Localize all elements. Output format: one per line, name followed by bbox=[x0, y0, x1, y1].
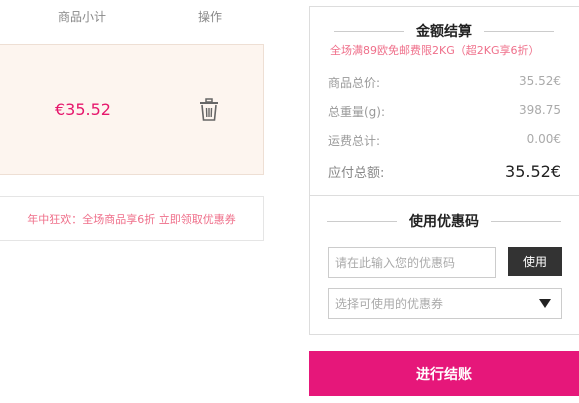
promo-banner[interactable]: 年中狂欢：全场商品享6折 立即领取优惠券 bbox=[0, 196, 264, 241]
title-rule-right bbox=[491, 220, 561, 222]
goods-total-value: 35.52€ bbox=[519, 74, 561, 88]
coupon-title: 使用优惠码 bbox=[409, 214, 479, 230]
coupon-code-input[interactable] bbox=[328, 247, 496, 278]
payable-value: 35.52€ bbox=[505, 162, 561, 181]
checkout-button[interactable]: 进行结账 bbox=[309, 351, 579, 396]
section-divider bbox=[310, 195, 579, 196]
goods-total-label: 商品总价: bbox=[328, 76, 381, 90]
amount-section-title: 金额结算 bbox=[310, 21, 578, 41]
trash-icon[interactable] bbox=[198, 98, 220, 122]
title-rule-left bbox=[327, 220, 397, 222]
coupon-section-title: 使用优惠码 bbox=[310, 211, 578, 231]
shipping-row: 运费总计: 0.00€ bbox=[328, 132, 561, 149]
shipping-note: 全场满89欧免邮费限2KG（超2KG享6折） bbox=[330, 44, 540, 57]
use-coupon-button[interactable]: 使用 bbox=[508, 247, 562, 276]
weight-label: 总重量(g): bbox=[328, 105, 386, 119]
column-header-subtotal: 商品小计 bbox=[58, 10, 107, 24]
weight-row: 总重量(g): 398.75 bbox=[328, 103, 561, 120]
weight-value: 398.75 bbox=[519, 103, 561, 117]
coupon-select[interactable]: 选择可使用的优惠券 bbox=[328, 288, 562, 319]
coupon-select-placeholder: 选择可使用的优惠券 bbox=[335, 297, 444, 311]
shipping-value: 0.00€ bbox=[526, 132, 561, 146]
payable-row: 应付总额: 35.52€ bbox=[328, 162, 561, 181]
column-header-ops: 操作 bbox=[198, 10, 223, 24]
settlement-panel: 金额结算 全场满89欧免邮费限2KG（超2KG享6折） 商品总价: 35.52€… bbox=[309, 6, 579, 335]
shipping-label: 运费总计: bbox=[328, 134, 381, 148]
cart-page: 商品小计 操作 €35.52 年中狂欢：全场商品享6折 立即领取优惠券 金额结算… bbox=[0, 0, 579, 403]
title-rule-left bbox=[334, 30, 404, 32]
caret-down-icon bbox=[539, 299, 551, 308]
payable-label: 应付总额: bbox=[328, 166, 385, 181]
amount-title: 金额结算 bbox=[416, 24, 472, 40]
cart-item-row: €35.52 bbox=[0, 44, 264, 175]
title-rule-right bbox=[484, 30, 554, 32]
goods-total-row: 商品总价: 35.52€ bbox=[328, 74, 561, 91]
item-subtotal: €35.52 bbox=[55, 100, 111, 119]
